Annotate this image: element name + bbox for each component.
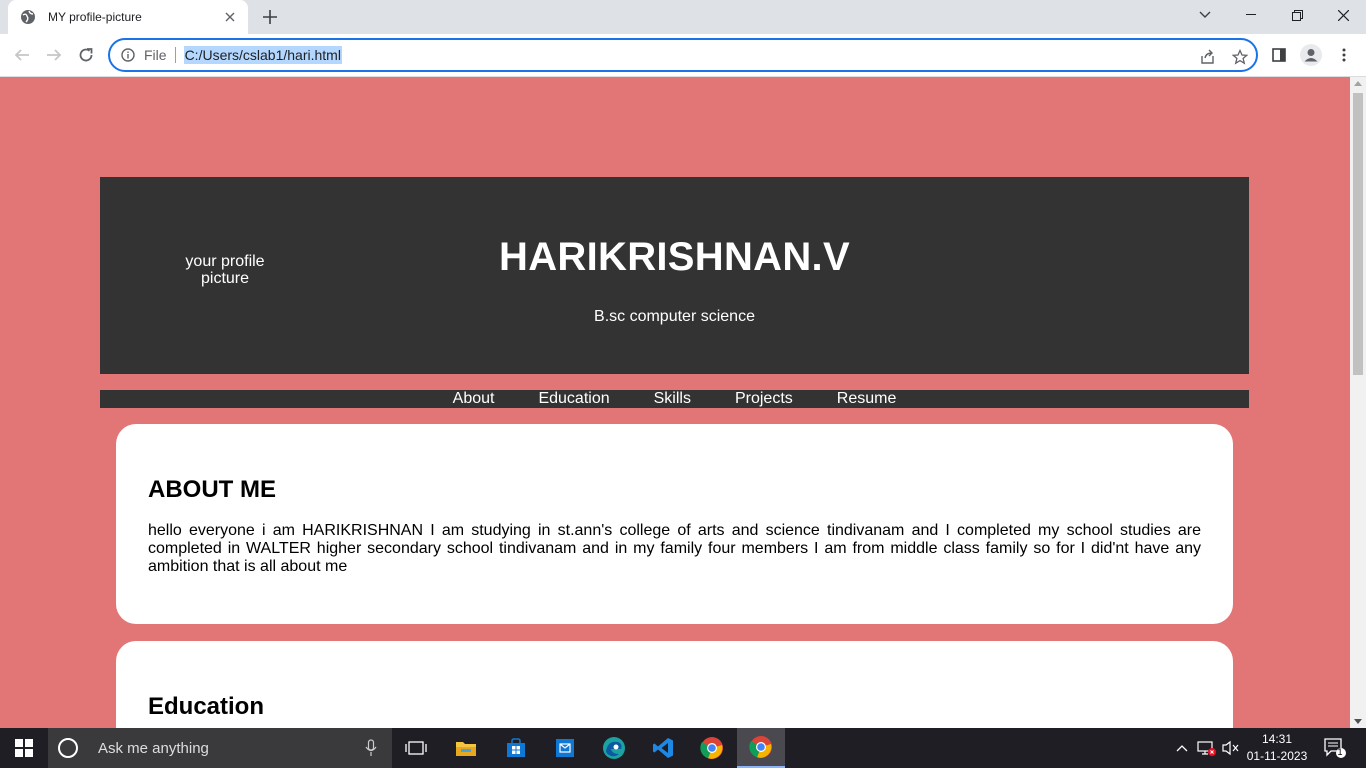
page-viewport: your profile picture HARIKRISHNAN.V B.sc… [0,77,1350,728]
taskbar-clock[interactable]: 14:31 01-11-2023 [1244,731,1310,765]
volume-muted-icon[interactable] [1220,728,1242,768]
education-section: Education [116,641,1233,728]
chrome-icon[interactable] [688,728,736,768]
task-view-icon[interactable] [392,728,440,768]
mail-icon[interactable] [541,728,589,768]
windows-start-button[interactable] [0,728,48,768]
share-icon[interactable] [1198,47,1218,67]
bookmark-star-icon[interactable] [1230,47,1250,67]
address-bar[interactable]: File C:/Users/cslab1/hari.html [108,38,1258,72]
edge-browser-icon[interactable] [590,728,638,768]
microphone-icon[interactable] [364,739,378,757]
profile-avatar[interactable] [1297,41,1325,69]
reload-button[interactable] [72,41,100,69]
forward-button[interactable] [40,41,68,69]
minimize-button[interactable] [1228,0,1274,30]
taskbar-search-box[interactable]: Ask me anything [48,728,392,768]
close-tab-icon[interactable] [222,9,238,25]
action-center-icon[interactable]: 1 [1320,728,1350,768]
nav-link-resume[interactable]: Resume [837,390,897,408]
page-scrollbar[interactable] [1350,77,1366,728]
url-text[interactable]: C:/Users/cslab1/hari.html [183,46,342,64]
about-heading: ABOUT ME [148,476,276,503]
file-explorer-icon[interactable] [442,728,490,768]
chrome-active-window-icon[interactable] [737,728,785,768]
nav-link-projects[interactable]: Projects [735,390,793,408]
microsoft-store-icon[interactable] [492,728,540,768]
about-text: hello everyone i am HARIKRISHNAN I am st… [148,522,1201,575]
back-button[interactable] [8,41,36,69]
network-disconnected-icon[interactable] [1196,728,1218,768]
about-section: ABOUT ME hello everyone i am HARIKRISHNA… [116,424,1233,624]
cortana-icon [58,738,78,758]
browser-tab[interactable]: MY profile-picture [8,0,248,34]
nav-link-about[interactable]: About [453,390,495,408]
restore-button[interactable] [1274,0,1320,30]
scroll-thumb[interactable] [1353,93,1363,375]
notification-count: 1 [1337,747,1343,757]
address-divider [174,47,176,63]
clock-time: 14:31 [1261,732,1293,746]
tray-overflow-chevron-icon[interactable] [1172,728,1192,768]
nav-link-education[interactable]: Education [538,390,609,408]
globe-icon [20,9,36,25]
vscode-icon[interactable] [639,728,687,768]
scheme-label: File [144,47,167,63]
tab-strip: MY profile-picture [0,0,1366,34]
tab-title: MY profile-picture [48,10,142,24]
profile-header: your profile picture HARIKRISHNAN.V B.sc… [100,177,1249,374]
nav-link-skills[interactable]: Skills [654,390,691,408]
scroll-down-arrow-icon[interactable] [1354,719,1362,724]
new-tab-button[interactable] [258,6,282,28]
info-icon[interactable] [120,47,136,63]
scroll-up-arrow-icon[interactable] [1354,81,1362,86]
tab-search-button[interactable] [1182,0,1228,30]
education-heading: Education [148,693,265,720]
site-nav: About Education Skills Projects Resume [100,390,1249,408]
taskbar-search-placeholder: Ask me anything [98,739,209,757]
page-subtitle: B.sc computer science [594,308,755,325]
windows-taskbar: Ask me anything 14:31 01-11-2023 1 [0,728,1366,768]
browser-toolbar: File C:/Users/cslab1/hari.html [0,34,1366,77]
clock-date: 01-11-2023 [1246,749,1308,763]
side-panel-icon[interactable] [1265,41,1293,69]
page-title: HARIKRISHNAN.V [499,235,850,279]
menu-kebab-icon[interactable] [1330,41,1358,69]
close-window-button[interactable] [1320,0,1366,30]
